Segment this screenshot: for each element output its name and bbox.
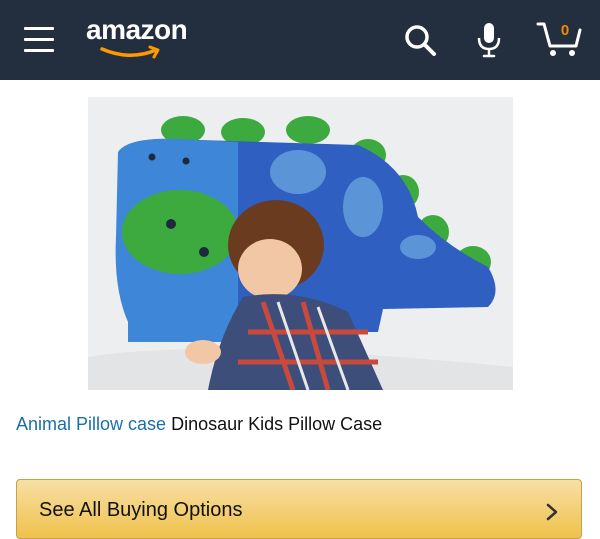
- logo-text: amazon: [86, 14, 188, 45]
- amazon-logo[interactable]: amazon: [86, 14, 196, 62]
- search-icon[interactable]: [402, 22, 438, 58]
- logo-smile-icon: [100, 45, 160, 59]
- hamburger-menu-icon[interactable]: [24, 27, 54, 53]
- dinosaur-pillow-photo: [88, 97, 513, 390]
- product-name: Dinosaur Kids Pillow Case: [171, 414, 383, 434]
- see-all-buying-options-button[interactable]: See All Buying Options: [16, 479, 582, 539]
- cart-count-badge: 0: [560, 22, 570, 39]
- buy-options-label: See All Buying Options: [39, 499, 243, 521]
- microphone-icon[interactable]: [474, 20, 504, 60]
- brand-link[interactable]: Animal Pillow case: [16, 414, 166, 434]
- product-title: Animal Pillow case Dinosaur Kids Pillow …: [16, 414, 584, 435]
- product-image[interactable]: [88, 97, 513, 390]
- chevron-right-icon: [546, 503, 558, 521]
- top-nav-bar: amazon 0: [0, 0, 600, 80]
